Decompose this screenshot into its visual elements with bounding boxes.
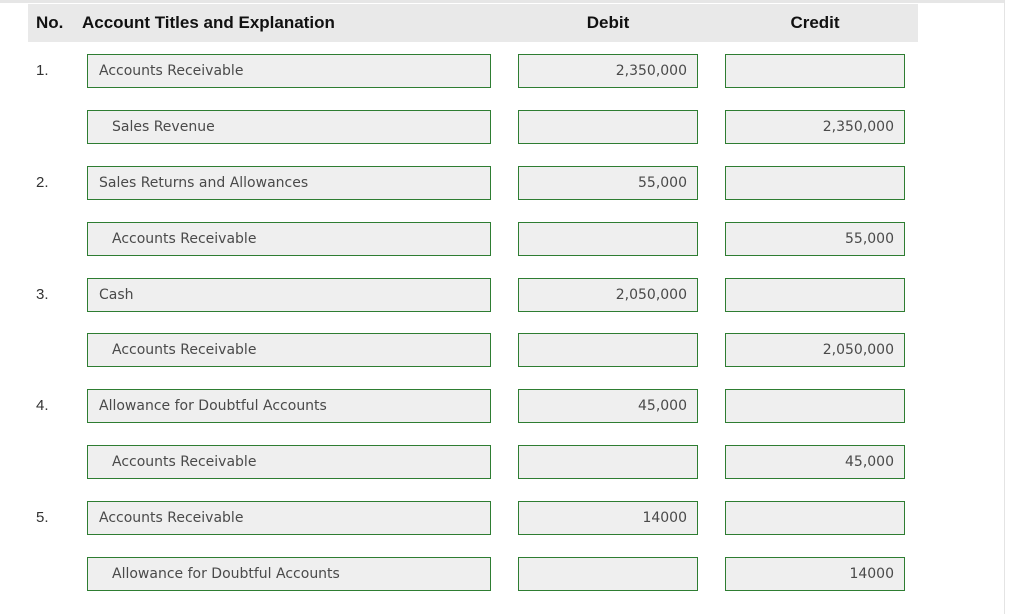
debit-field[interactable]: 2,050,000 — [518, 278, 698, 312]
header-debit: Debit — [586, 13, 630, 32]
account-field[interactable]: Allowance for Doubtful Accounts — [87, 557, 491, 591]
debit-field[interactable]: 55,000 — [518, 166, 698, 200]
account-field[interactable]: Accounts Receivable — [87, 333, 491, 367]
header-credit: Credit — [790, 13, 840, 32]
debit-field[interactable] — [518, 222, 698, 256]
debit-field[interactable]: 45,000 — [518, 389, 698, 423]
entry-number: 5. — [36, 509, 49, 526]
credit-field[interactable] — [725, 166, 905, 200]
credit-field[interactable] — [725, 278, 905, 312]
debit-field[interactable]: 14000 — [518, 501, 698, 535]
debit-field[interactable] — [518, 333, 698, 367]
debit-field[interactable] — [518, 445, 698, 479]
scrollbar-track[interactable] — [1004, 0, 1024, 614]
header-no: No. — [36, 13, 64, 32]
entry-number: 3. — [36, 286, 49, 303]
entry-number: 1. — [36, 62, 49, 79]
account-field[interactable]: Accounts Receivable — [87, 222, 491, 256]
credit-field[interactable]: 2,050,000 — [725, 333, 905, 367]
credit-field[interactable] — [725, 389, 905, 423]
account-field[interactable]: Allowance for Doubtful Accounts — [87, 389, 491, 423]
account-field[interactable]: Sales Revenue — [87, 110, 491, 144]
credit-field[interactable]: 45,000 — [725, 445, 905, 479]
entry-number: 2. — [36, 174, 49, 191]
header-account-titles: Account Titles and Explanation — [82, 13, 335, 32]
journal-entry-page: No. Account Titles and Explanation Debit… — [0, 0, 1024, 614]
credit-field[interactable]: 55,000 — [725, 222, 905, 256]
credit-field[interactable]: 2,350,000 — [725, 110, 905, 144]
table-header: No. Account Titles and Explanation Debit… — [28, 4, 918, 42]
top-divider — [0, 0, 1005, 3]
debit-field[interactable] — [518, 110, 698, 144]
credit-field[interactable] — [725, 54, 905, 88]
credit-field[interactable] — [725, 501, 905, 535]
account-field[interactable]: Sales Returns and Allowances — [87, 166, 491, 200]
account-field[interactable]: Cash — [87, 278, 491, 312]
entry-number: 4. — [36, 397, 49, 414]
account-field[interactable]: Accounts Receivable — [87, 445, 491, 479]
account-field[interactable]: Accounts Receivable — [87, 54, 491, 88]
debit-field[interactable]: 2,350,000 — [518, 54, 698, 88]
credit-field[interactable]: 14000 — [725, 557, 905, 591]
debit-field[interactable] — [518, 557, 698, 591]
account-field[interactable]: Accounts Receivable — [87, 501, 491, 535]
